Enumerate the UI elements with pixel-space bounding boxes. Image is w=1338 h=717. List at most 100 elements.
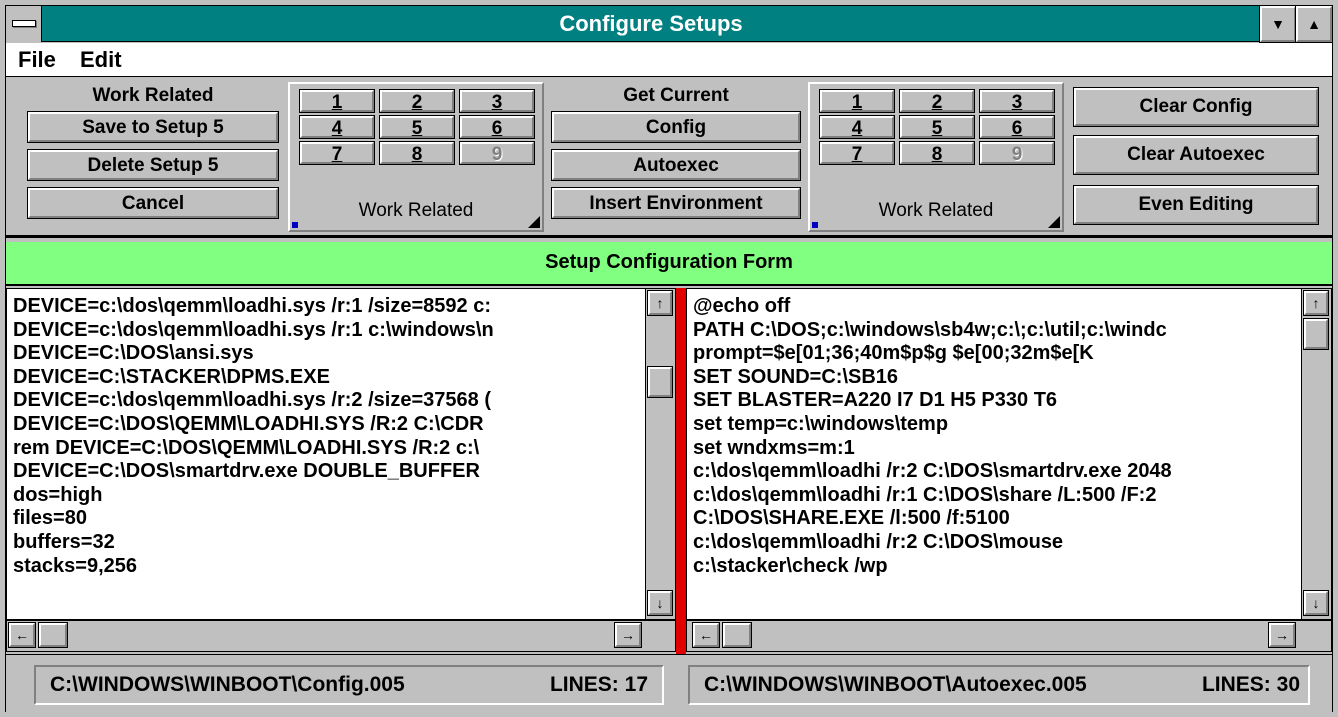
autoexec-vertical-scrollbar[interactable]: ↑ ↓ (1301, 289, 1331, 619)
autoexec-picker-number-8[interactable]: 8 (899, 141, 975, 165)
text-line[interactable]: set temp=c:\windows\temp (693, 413, 1295, 437)
even-editing-button[interactable]: Even Editing (1073, 185, 1319, 225)
text-line[interactable]: SET BLASTER=A220 I7 D1 H5 P330 T6 (693, 389, 1295, 413)
text-line[interactable]: @echo off (693, 295, 1295, 319)
autoexec-picker-number-9: 9 (979, 141, 1055, 165)
setup-number-label: 5 (931, 118, 943, 139)
scroll-thumb[interactable] (647, 366, 673, 398)
text-line[interactable]: DEVICE=C:\DOS\smartdrv.exe DOUBLE_BUFFER (13, 460, 639, 484)
autoexec-picker-number-2[interactable]: 2 (899, 89, 975, 113)
text-line[interactable]: files=80 (13, 507, 639, 531)
configure-setups-window: Configure Setups ▼ ▲ File Edit Work Rela… (0, 0, 1338, 717)
horizontal-scroll-thumb[interactable] (722, 622, 752, 648)
get-config-button[interactable]: Config (551, 111, 801, 143)
get-autoexec-button[interactable]: Autoexec (551, 149, 801, 181)
scroll-right-icon: → (621, 627, 635, 643)
text-line[interactable]: DEVICE=C:\DOS\ansi.sys (13, 342, 639, 366)
config-horizontal-scrollbar[interactable]: ← → (6, 620, 676, 652)
autoexec-horizontal-scrollbar[interactable]: ← → (686, 620, 1332, 652)
clear-autoexec-button[interactable]: Clear Autoexec (1073, 135, 1319, 175)
scroll-down-icon: ↓ (656, 595, 664, 611)
text-line[interactable]: DEVICE=c:\dos\qemm\loadhi.sys /r:2 /size… (13, 389, 639, 413)
corner-marker-icon (812, 222, 818, 228)
config-text[interactable]: DEVICE=c:\dos\qemm\loadhi.sys /r:1 /size… (13, 295, 639, 578)
text-line[interactable]: DEVICE=C:\DOS\QEMM\LOADHI.SYS /R:2 C:\CD… (13, 413, 639, 437)
system-menu-button[interactable] (6, 6, 42, 42)
scroll-up-icon: ↑ (656, 295, 664, 311)
autoexec-text[interactable]: @echo off PATH C:\DOS;c:\windows\sb4w;c:\… (693, 295, 1295, 578)
text-line[interactable]: stacks=9,256 (13, 555, 639, 579)
setup-number-label: 5 (411, 118, 423, 139)
scroll-left-button[interactable]: ← (692, 622, 720, 648)
config-picker-number-8[interactable]: 8 (379, 141, 455, 165)
autoexec-picker-number-7[interactable]: 7 (819, 141, 895, 165)
text-line[interactable]: DEVICE=c:\dos\qemm\loadhi.sys /r:1 /size… (13, 295, 639, 319)
minimize-button[interactable]: ▼ (1259, 5, 1297, 43)
editor-splitter[interactable] (676, 288, 686, 654)
text-line[interactable]: PATH C:\DOS;c:\windows\sb4w;c:\;c:\util;… (693, 319, 1295, 343)
config-editor[interactable]: DEVICE=c:\dos\qemm\loadhi.sys /r:1 /size… (6, 288, 676, 620)
text-line[interactable]: c:\dos\qemm\loadhi /r:1 C:\DOS\share /L:… (693, 484, 1295, 508)
clear-config-button[interactable]: Clear Config (1073, 87, 1319, 127)
config-vertical-scrollbar[interactable]: ↑ ↓ (645, 289, 675, 619)
text-line[interactable]: rem DEVICE=C:\DOS\QEMM\LOADHI.SYS /R:2 c… (13, 437, 639, 461)
text-line[interactable]: c:\dos\qemm\loadhi /r:2 C:\DOS\mouse (693, 531, 1295, 555)
scroll-down-button[interactable]: ↓ (647, 590, 673, 616)
arrow-up-icon: ▲ (1307, 16, 1321, 32)
text-line[interactable]: DEVICE=c:\dos\qemm\loadhi.sys /r:1 c:\wi… (13, 319, 639, 343)
scroll-left-button[interactable]: ← (8, 622, 36, 648)
setup-number-label: 3 (1011, 92, 1023, 113)
config-path: C:\WINDOWS\WINBOOT\Config.005 (50, 673, 405, 696)
text-line[interactable]: SET SOUND=C:\SB16 (693, 366, 1295, 390)
text-line[interactable]: c:\stacker\check /wp (693, 555, 1295, 579)
scroll-right-icon: → (1275, 627, 1289, 643)
autoexec-picker-number-5[interactable]: 5 (899, 115, 975, 139)
autoexec-editor[interactable]: @echo off PATH C:\DOS;c:\windows\sb4w;c:\… (686, 288, 1332, 620)
menu-edit[interactable]: Edit (80, 46, 122, 74)
text-line[interactable]: set wndxms=m:1 (693, 437, 1295, 461)
title-bar[interactable]: Configure Setups ▼ ▲ (6, 5, 1333, 43)
scroll-up-button[interactable]: ↑ (647, 290, 673, 316)
text-line[interactable]: C:\DOS\SHARE.EXE /l:500 /f:5100 (693, 507, 1295, 531)
setup-number-label: 4 (851, 118, 863, 139)
config-picker-number-5[interactable]: 5 (379, 115, 455, 139)
autoexec-status: C:\WINDOWS\WINBOOT\Autoexec.005 LINES: 3… (688, 665, 1310, 705)
autoexec-picker-number-4[interactable]: 4 (819, 115, 895, 139)
save-to-setup-button[interactable]: Save to Setup 5 (27, 111, 279, 143)
text-line[interactable]: c:\dos\qemm\loadhi /r:2 C:\DOS\smartdrv.… (693, 460, 1295, 484)
config-setup-picker: Work Related 1 2 3 4 5 6 7 8 9 (288, 82, 544, 232)
autoexec-picker-number-3[interactable]: 3 (979, 89, 1055, 113)
menu-file[interactable]: File (18, 46, 56, 74)
cancel-button[interactable]: Cancel (27, 187, 279, 219)
scroll-down-button[interactable]: ↓ (1303, 590, 1329, 616)
text-line[interactable]: DEVICE=C:\STACKER\DPMS.EXE (13, 366, 639, 390)
config-line-count: LINES: 17 (549, 673, 648, 696)
scroll-up-button[interactable]: ↑ (1303, 290, 1329, 316)
config-picker-number-3[interactable]: 3 (459, 89, 535, 113)
config-picker-number-9: 9 (459, 141, 535, 165)
maximize-button[interactable]: ▲ (1295, 5, 1333, 43)
config-picker-label: Work Related (358, 200, 474, 221)
autoexec-picker-number-6[interactable]: 6 (979, 115, 1055, 139)
text-line[interactable]: buffers=32 (13, 531, 639, 555)
text-line[interactable]: prompt=$e[01;36;40m$p$g $e[00;32m$e[K (693, 342, 1295, 366)
config-picker-number-2[interactable]: 2 (379, 89, 455, 113)
config-picker-number-7[interactable]: 7 (299, 141, 375, 165)
autoexec-setup-picker: Work Related 1 2 3 4 5 6 7 8 9 (808, 82, 1064, 232)
setup-number-label: 8 (411, 144, 423, 165)
system-menu-icon (12, 20, 36, 27)
autoexec-picker-number-1[interactable]: 1 (819, 89, 895, 113)
config-picker-number-6[interactable]: 6 (459, 115, 535, 139)
scroll-right-button[interactable]: → (614, 622, 642, 648)
config-picker-number-4[interactable]: 4 (299, 115, 375, 139)
scroll-right-button[interactable]: → (1268, 622, 1296, 648)
setup-number-label: 1 (331, 92, 343, 113)
resize-corner-icon (1048, 216, 1060, 228)
horizontal-scroll-thumb[interactable] (38, 622, 68, 648)
scroll-thumb[interactable] (1303, 318, 1329, 350)
delete-setup-button[interactable]: Delete Setup 5 (27, 149, 279, 181)
text-line[interactable]: dos=high (13, 484, 639, 508)
toolbar: Work Related Save to Setup 5 Delete Setu… (6, 78, 1332, 238)
config-picker-number-1[interactable]: 1 (299, 89, 375, 113)
insert-environment-button[interactable]: Insert Environment (551, 187, 801, 219)
